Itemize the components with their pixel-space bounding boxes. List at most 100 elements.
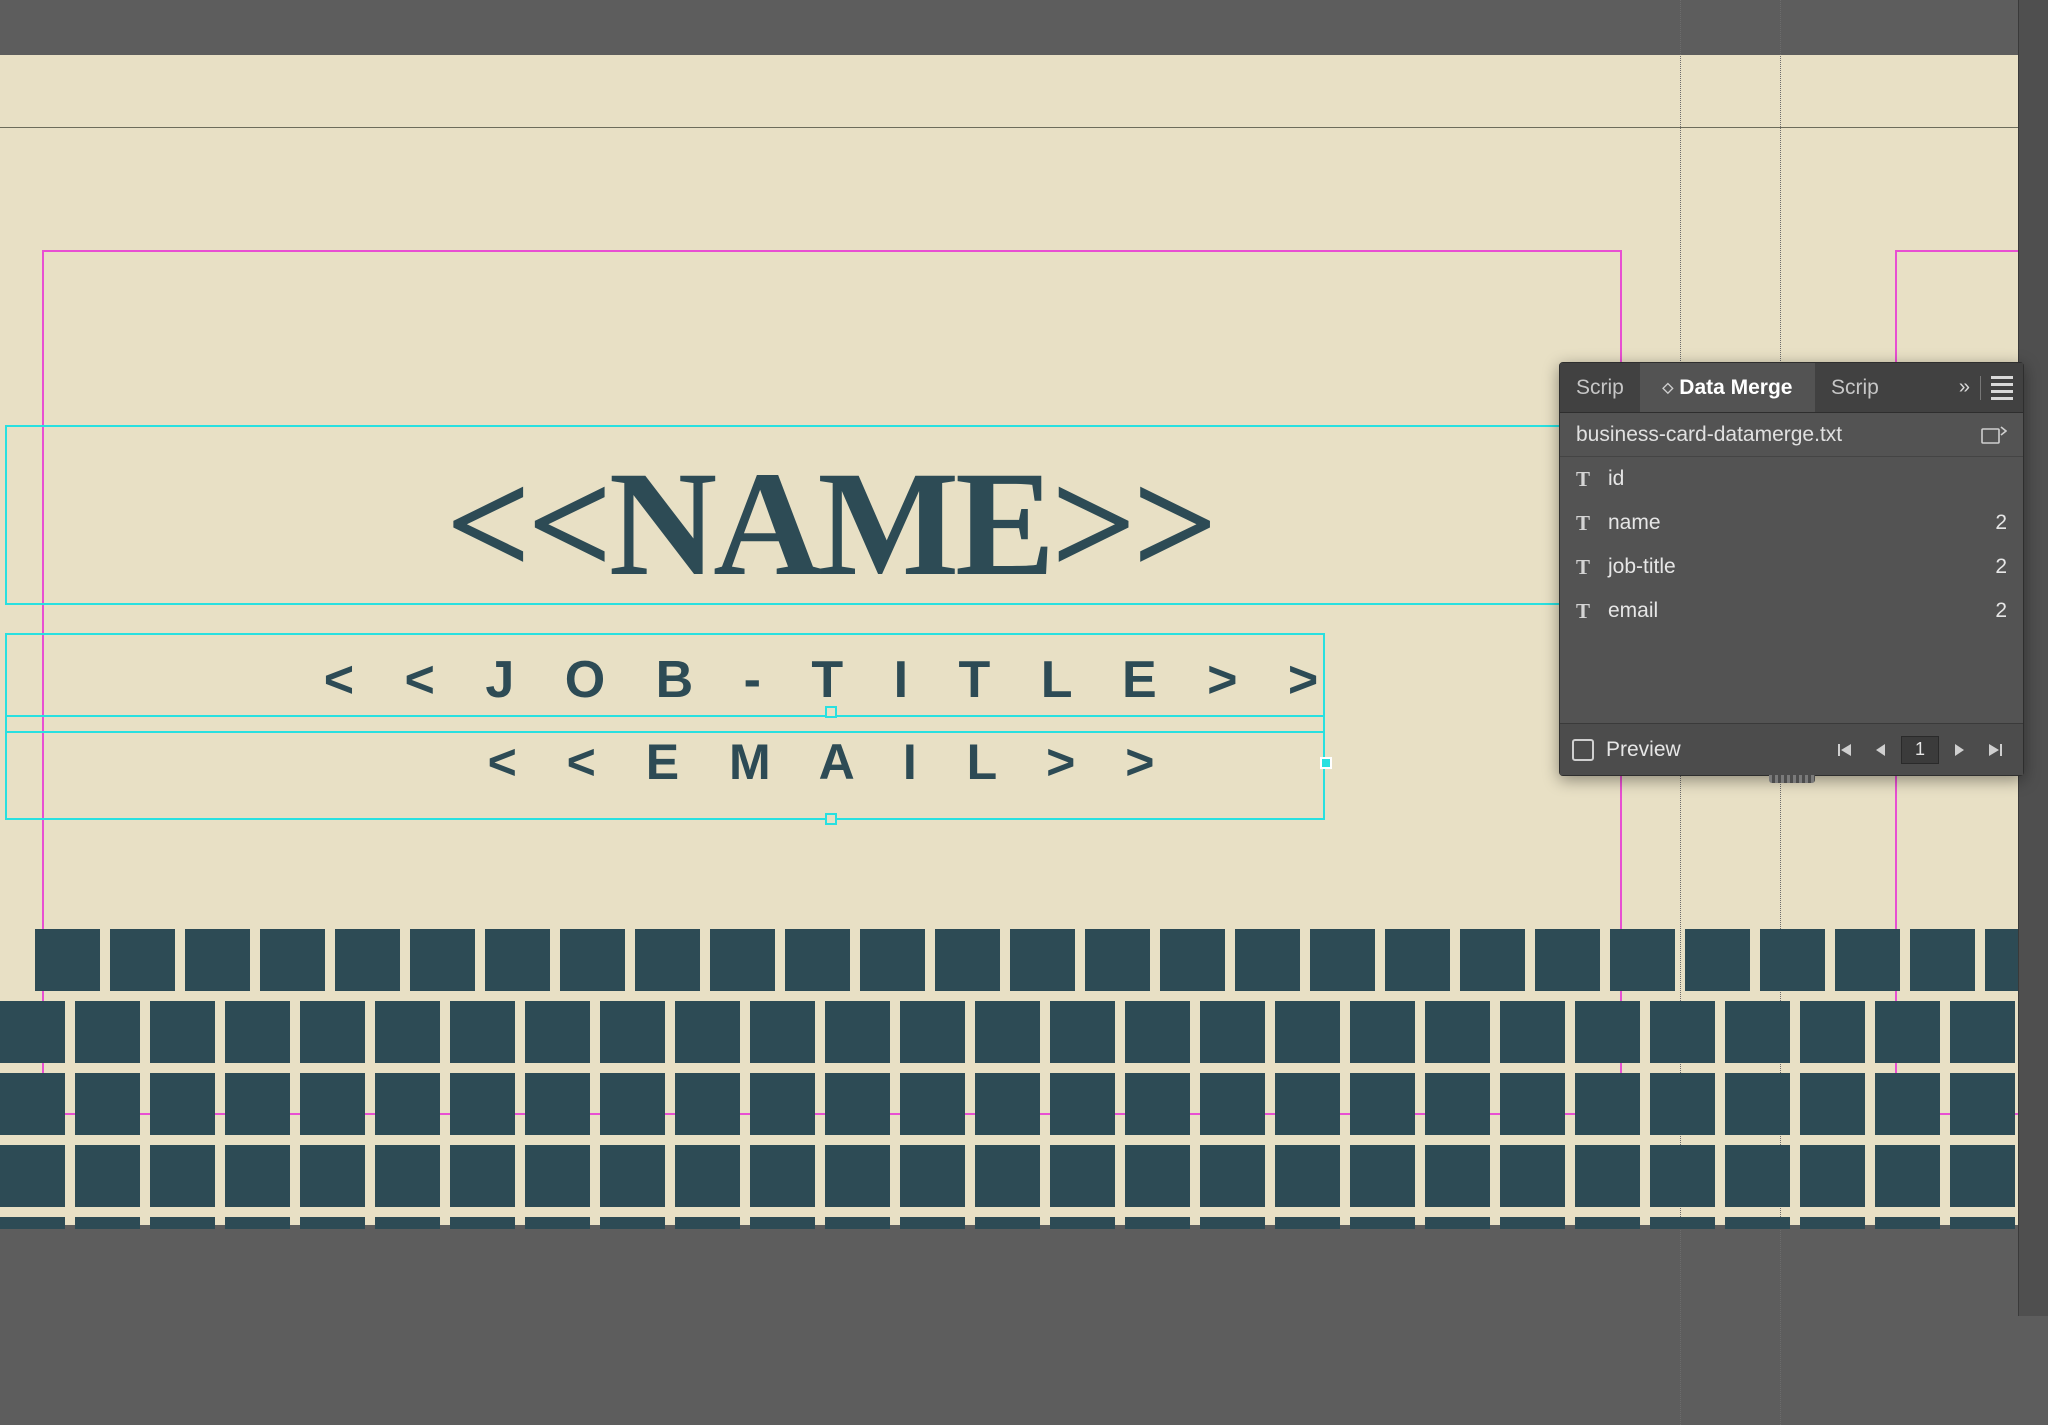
pattern-square xyxy=(1950,1145,2015,1207)
panel-menu-icon[interactable] xyxy=(1991,376,2013,400)
placeholder-email[interactable]: < < E M A I L > > xyxy=(0,733,1660,791)
field-name: name xyxy=(1608,511,1661,535)
pattern-square xyxy=(1800,1001,1865,1063)
prev-record-button[interactable] xyxy=(1865,734,1897,766)
field-row-id[interactable]: Tid xyxy=(1560,457,2023,501)
pattern-square xyxy=(1500,1073,1565,1135)
data-merge-panel[interactable]: Scrip ◇ Data Merge Scrip » business-card… xyxy=(1559,362,2024,776)
pattern-square xyxy=(750,1145,815,1207)
pattern-square xyxy=(860,929,925,991)
pattern-square xyxy=(750,1001,815,1063)
pattern-square xyxy=(900,1217,965,1229)
pattern-square xyxy=(1500,1001,1565,1063)
pattern-square xyxy=(1950,1217,2015,1229)
text-field-icon: T xyxy=(1576,511,1596,536)
pattern-square xyxy=(1950,1073,2015,1135)
tab-label: Scrip xyxy=(1576,376,1624,400)
placeholder-name[interactable]: <<NAME>> xyxy=(0,438,1660,610)
pattern-square xyxy=(1875,1217,1940,1229)
pattern-square xyxy=(1725,1073,1790,1135)
pattern-square xyxy=(375,1001,440,1063)
tab-data-merge[interactable]: ◇ Data Merge xyxy=(1640,363,1815,412)
pattern-square xyxy=(1310,929,1375,991)
pattern-square xyxy=(75,1001,140,1063)
pattern-square xyxy=(1650,1217,1715,1229)
pattern-square xyxy=(975,1217,1040,1229)
pattern-row xyxy=(0,929,2048,991)
pattern-square xyxy=(1575,1145,1640,1207)
tab-script-right[interactable]: Scrip xyxy=(1815,363,1897,412)
selection-handle-bottom[interactable] xyxy=(825,813,837,825)
pattern-square xyxy=(1500,1145,1565,1207)
pattern-square xyxy=(600,1145,665,1207)
field-name: email xyxy=(1608,599,1658,623)
pattern-square xyxy=(1910,929,1975,991)
pattern-square xyxy=(1725,1001,1790,1063)
pattern-square xyxy=(0,1145,65,1207)
pattern-square xyxy=(1760,929,1825,991)
pattern-square xyxy=(1125,1001,1190,1063)
field-row-email[interactable]: Temail2 xyxy=(1560,589,2023,633)
tab-script-left[interactable]: Scrip xyxy=(1560,363,1640,412)
pattern-square xyxy=(1350,1001,1415,1063)
record-navigator: 1 xyxy=(1829,734,2011,766)
panel-footer: Preview 1 xyxy=(1560,723,2023,775)
data-source-row[interactable]: business-card-datamerge.txt xyxy=(1560,413,2023,457)
pattern-square xyxy=(1575,1001,1640,1063)
pattern-square xyxy=(1650,1073,1715,1135)
pattern-square xyxy=(150,1073,215,1135)
field-list-gap xyxy=(1560,633,2023,723)
last-record-button[interactable] xyxy=(1979,734,2011,766)
pattern-square xyxy=(185,929,250,991)
pattern-square xyxy=(1460,929,1525,991)
pattern-square xyxy=(710,929,775,991)
pattern-square xyxy=(1200,1217,1265,1229)
panel-header-icons: » xyxy=(1959,376,2023,400)
pattern-square xyxy=(900,1001,965,1063)
pattern-square xyxy=(150,1001,215,1063)
pattern-square xyxy=(675,1073,740,1135)
pattern-square xyxy=(1800,1217,1865,1229)
panel-resize-grip[interactable] xyxy=(1769,775,1815,783)
pattern-row xyxy=(0,1217,2048,1229)
pattern-square xyxy=(1875,1145,1940,1207)
pattern-square xyxy=(1800,1073,1865,1135)
pattern-square xyxy=(75,1145,140,1207)
pattern-square xyxy=(1275,1217,1340,1229)
preview-checkbox[interactable] xyxy=(1572,739,1594,761)
pattern-square xyxy=(225,1001,290,1063)
pattern-square xyxy=(785,929,850,991)
first-record-button[interactable] xyxy=(1829,734,1861,766)
placeholder-job-title[interactable]: < < J O B - T I T L E > > xyxy=(0,650,1660,710)
record-number-field[interactable]: 1 xyxy=(1901,736,1939,764)
next-record-button[interactable] xyxy=(1943,734,1975,766)
pattern-row xyxy=(0,1073,2048,1135)
pattern-square xyxy=(1725,1145,1790,1207)
pattern-square xyxy=(1050,1001,1115,1063)
pattern-square xyxy=(525,1217,590,1229)
pattern-square xyxy=(825,1001,890,1063)
pattern-square xyxy=(110,929,175,991)
pattern-square xyxy=(1800,1145,1865,1207)
field-name: job-title xyxy=(1608,555,1676,579)
pattern-square xyxy=(0,1001,65,1063)
pattern-square xyxy=(225,1073,290,1135)
selection-handle-right[interactable] xyxy=(1320,757,1332,769)
field-name: id xyxy=(1608,467,1624,491)
pattern-row xyxy=(0,1001,2048,1063)
selection-handle-top[interactable] xyxy=(825,706,837,718)
select-data-source-icon[interactable] xyxy=(1981,425,2007,445)
pattern-square xyxy=(675,1001,740,1063)
field-row-name[interactable]: Tname2 xyxy=(1560,501,2023,545)
pattern-square xyxy=(1050,1145,1115,1207)
pattern-square xyxy=(825,1217,890,1229)
pattern-square xyxy=(975,1073,1040,1135)
pattern-square xyxy=(35,929,100,991)
field-row-job-title[interactable]: Tjob-title2 xyxy=(1560,545,2023,589)
pattern-square xyxy=(450,1073,515,1135)
collapse-panel-icon[interactable]: » xyxy=(1959,376,1970,399)
pattern-square xyxy=(675,1217,740,1229)
pattern-square xyxy=(450,1145,515,1207)
pattern-square xyxy=(750,1073,815,1135)
pattern-grid xyxy=(0,929,2048,1229)
